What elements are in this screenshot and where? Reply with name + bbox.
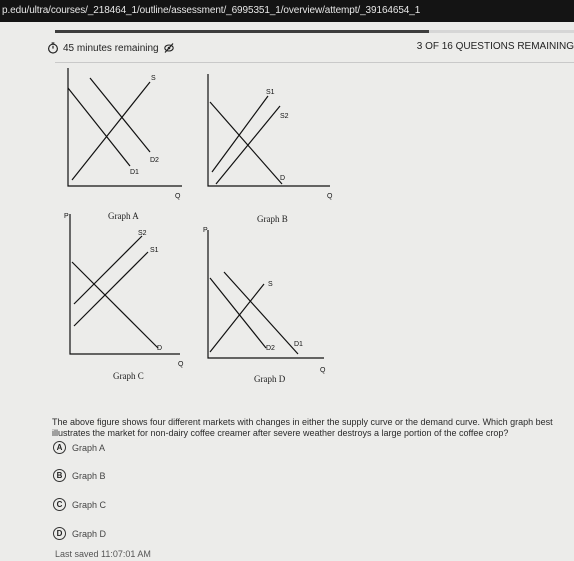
graph-d: P S D2 D1 Q [202,222,332,374]
graph-c-label-d: D [157,345,162,352]
question-text: The above figure shows four different ma… [52,417,553,438]
graph-d-demand-2-line [209,277,267,349]
url-text: p.edu/ultra/courses/_218464_1/outline/as… [2,5,421,16]
graph-d-label-d1: D1 [294,341,303,348]
graph-c-caption: Graph C [113,371,144,381]
graph-d-supply-line [209,283,265,353]
graph-c-axis-y: P [64,213,69,220]
progress-bar [55,30,574,33]
option-a-label[interactable]: Graph A [72,443,105,453]
eye-slash-icon[interactable] [163,42,175,54]
timer-text: 45 minutes remaining [63,42,159,54]
browser-address-bar[interactable]: p.edu/ultra/courses/_218464_1/outline/as… [0,0,574,22]
graph-c-supply-2-line [73,235,143,305]
graph-a-supply-line [71,81,151,181]
assessment-header: 45 minutes remaining 3 OF 16 QUESTIONS R… [0,38,574,60]
graph-a-plot: S D2 D1 Q [67,68,182,200]
graph-b-demand-line [209,101,283,185]
questions-remaining-counter: 3 OF 16 QUESTIONS REMAINING [416,41,574,52]
option-b-badge[interactable]: B [53,469,66,482]
option-d[interactable]: D Graph D [53,527,106,540]
graph-c-label-s1: S1 [150,247,159,254]
option-c-badge[interactable]: C [53,498,66,511]
graph-a-label-s: S [151,75,156,82]
graph-a-demand-1-line [67,87,131,167]
option-a-badge[interactable]: A [53,441,66,454]
graph-a-label-d2: D2 [150,157,159,164]
graph-d-axis-y: P [203,227,208,234]
graph-c: P S2 S1 D Q [62,208,192,368]
graph-b-label-s2: S2 [280,113,289,120]
graph-c-supply-1-line [73,251,149,327]
graph-d-axis-x: Q [320,367,326,374]
option-d-label[interactable]: Graph D [72,529,106,539]
option-b-label[interactable]: Graph B [72,471,106,481]
stopwatch-icon [47,42,59,54]
timer[interactable]: 45 minutes remaining [47,42,175,54]
graph-c-demand-line [71,261,159,349]
graph-b-plot: S1 S2 D Q [207,74,333,200]
graph-b-label-s1: S1 [266,89,275,96]
graph-a-demand-2-line [89,77,151,153]
option-a[interactable]: A Graph A [53,441,105,454]
graph-c-label-s2: S2 [138,230,147,237]
option-b[interactable]: B Graph B [53,469,106,482]
graph-d-label-s: S [268,281,273,288]
graph-d-plot: P S D2 D1 Q [203,227,326,374]
graph-a-axis-x: Q [175,193,181,200]
graph-a: S D2 D1 Q [64,68,194,208]
graph-d-label-d2: D2 [266,345,275,352]
option-c[interactable]: C Graph C [53,498,106,511]
header-divider [55,62,574,63]
option-c-label[interactable]: Graph C [72,500,106,510]
graph-a-label-d1: D1 [130,169,139,176]
graph-b-label-d: D [280,175,285,182]
progress-bar-fill [55,30,429,33]
last-saved-text: Last saved 11:07:01 AM [55,549,151,559]
graph-c-axis-x: Q [178,361,184,368]
graph-b-supply-1-line [211,95,269,173]
graph-c-plot: P S2 S1 D Q [64,213,184,368]
assessment-page: 45 minutes remaining 3 OF 16 QUESTIONS R… [0,22,574,561]
option-d-badge[interactable]: D [53,527,66,540]
graph-b-axis-x: Q [327,193,333,200]
graph-b: S1 S2 D Q [206,74,336,204]
graph-d-caption: Graph D [254,374,286,384]
